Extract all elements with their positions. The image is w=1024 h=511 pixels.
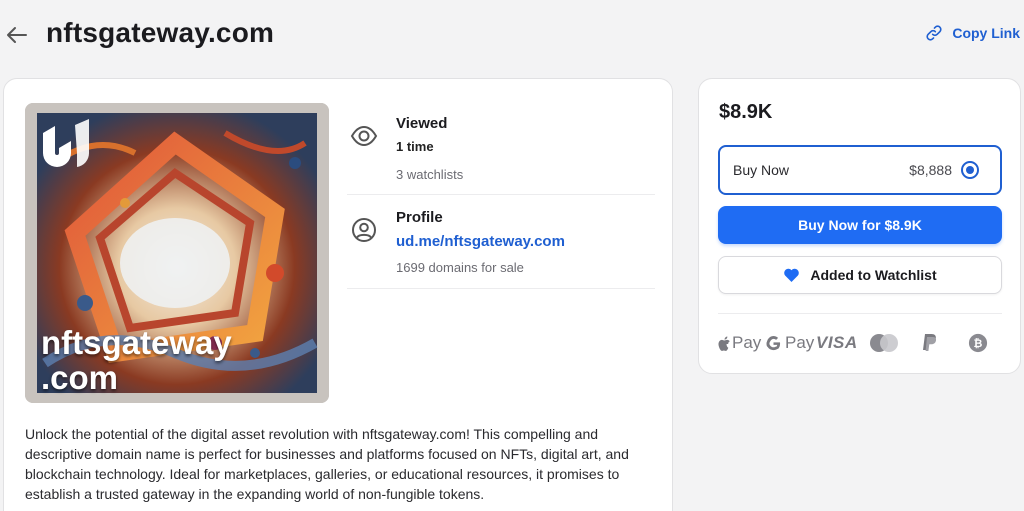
buy-now-button[interactable]: Buy Now for $8.9K [718,206,1002,244]
price: $8.9K [719,101,773,123]
visa-icon: VISA [816,333,858,352]
domain-description: Unlock the potential of the digital asse… [25,426,629,502]
page-title: nftsgateway.com [46,17,275,48]
domain-details-card: nftsgateway .com Viewed 1 time 3 watchli… [3,78,673,511]
apple-pay-label: Pay [732,333,762,352]
buy-now-option[interactable]: Buy Now $8,888 [718,145,1002,195]
google-pay-label: Pay [785,333,815,352]
watchlists-count: 3 watchlists [396,167,464,182]
mastercard-icon [868,331,900,355]
eye-icon [350,125,378,147]
profile-link[interactable]: ud.me/nftsgateway.com [396,233,565,250]
buy-now-option-price: $8,888 [909,162,952,178]
copy-link-label: Copy Link [952,25,1020,41]
nft-name-line1: nftsgateway [41,324,232,361]
watchlist-label: Added to Watchlist [810,267,937,283]
apple-pay-icon: Pay [718,331,761,355]
viewed-title: Viewed [396,115,448,132]
buy-now-option-label: Buy Now [733,162,790,178]
viewed-count: 1 time [396,139,434,154]
unstoppable-domains-logo [43,119,90,167]
purchase-card: $8.9K Buy Now $8,888 Buy Now for $8.9K A… [698,78,1021,374]
payment-methods: Pay Pay VISA ₿ [718,331,1002,355]
watchlist-button[interactable]: Added to Watchlist [718,256,1002,294]
domains-for-sale: 1699 domains for sale [396,260,524,275]
paypal-icon [921,331,939,355]
viewed-section: Viewed 1 time 3 watchlists [347,109,655,195]
nft-name-line2: .com [41,359,119,396]
radio-selected-icon[interactable] [961,161,979,179]
google-pay-icon: Pay [766,331,814,355]
nft-domain-name: nftsgateway .com [41,325,232,395]
profile-section: Profile ud.me/nftsgateway.com 1699 domai… [347,205,655,289]
link-icon [926,25,942,41]
top-bar: nftsgateway.com Copy Link [0,0,1024,72]
copy-link-button[interactable]: Copy Link [925,24,1020,42]
bitcoin-icon: ₿ [968,331,990,355]
user-circle-icon [352,218,376,242]
back-arrow-icon[interactable] [4,22,30,48]
apple-logo-icon [718,336,730,351]
divider [718,313,1002,314]
svg-text:₿: ₿ [974,337,983,350]
domain-nft-image: nftsgateway .com [25,103,329,403]
heart-icon [784,268,800,282]
google-logo-icon [766,335,781,350]
profile-title: Profile [396,209,443,226]
